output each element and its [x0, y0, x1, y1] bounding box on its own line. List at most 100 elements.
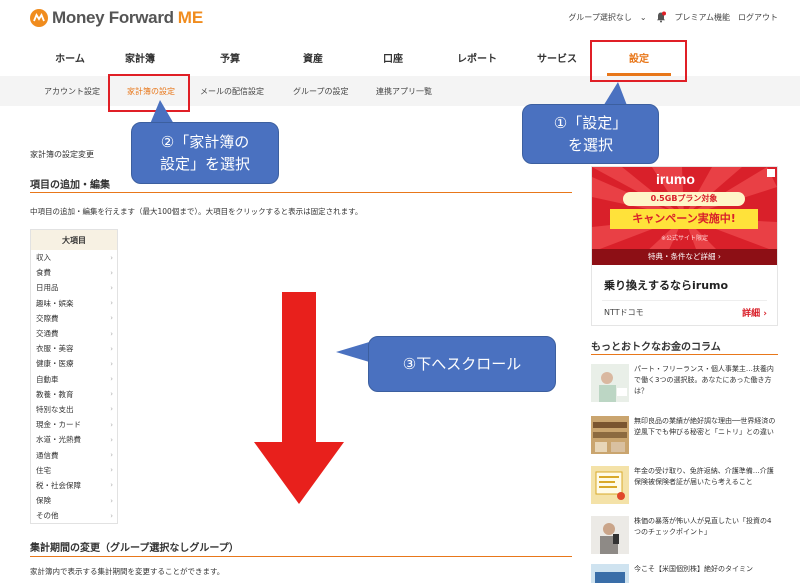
category-row[interactable]: 通信費 › [31, 447, 117, 462]
nav-household[interactable]: 家計簿 [108, 38, 172, 76]
category-label: 趣味・娯楽 [36, 298, 74, 308]
section-title-period: 集計期間の変更（グループ選択なしグループ） [30, 543, 239, 554]
category-label: 収入 [36, 253, 51, 263]
column-item-text: パート・フリーランス・個人事業主…扶養内で働く3つの選択肢。あなたにあった働き方… [634, 365, 774, 395]
category-row[interactable]: 水道・光熱費 › [31, 432, 117, 447]
group-select[interactable]: グループ選択なし [568, 12, 632, 23]
nav-service[interactable]: サービス [525, 38, 589, 76]
chevron-down-icon[interactable]: ⌄ [640, 13, 647, 22]
logo-me: ME [177, 8, 204, 27]
category-label: 税・社会保障 [36, 480, 81, 490]
category-label: 通信費 [36, 450, 59, 460]
section-divider [30, 192, 572, 193]
section-desc-items: 中項目の追加・編集を行えます（最大100個まで）。大項目をクリックすると表示は固… [30, 207, 363, 216]
category-row[interactable]: 日用品 › [31, 280, 117, 295]
chevron-right-icon: › [110, 253, 113, 262]
subnav-account[interactable]: アカウント設定 [44, 76, 100, 106]
category-label: 交際費 [36, 313, 59, 323]
chevron-right-icon: › [110, 451, 113, 460]
category-row[interactable]: 交通費 › [31, 326, 117, 341]
section-divider [30, 556, 572, 557]
category-row[interactable]: 交際費 › [31, 311, 117, 326]
category-row[interactable]: 衣服・美容 › [31, 341, 117, 356]
category-label: 健康・医療 [36, 359, 74, 369]
logo[interactable]: Money Forward ME [30, 8, 203, 28]
chevron-right-icon: › [110, 344, 113, 353]
ad-detail-band[interactable]: 特典・条件など詳細 › [592, 249, 777, 265]
category-label: 衣服・美容 [36, 344, 74, 354]
column-item[interactable]: 今こそ【米国個別株】絶好のタイミン [591, 564, 781, 583]
category-row[interactable]: 特別な支出 › [31, 402, 117, 417]
category-row[interactable]: 現金・カード › [31, 417, 117, 432]
category-label: その他 [36, 511, 59, 521]
category-row[interactable]: その他 › [31, 508, 117, 523]
subnav-apps[interactable]: 連携アプリ一覧 [376, 76, 432, 106]
callout-settings: ①「設定」 を選択 [522, 104, 659, 164]
category-label: 住宅 [36, 465, 51, 475]
category-row[interactable]: 保険 › [31, 493, 117, 508]
nav-report[interactable]: レポート [445, 38, 509, 76]
section-title-items: 項目の追加・編集 [30, 180, 110, 191]
chevron-right-icon: › [110, 496, 113, 505]
column-item[interactable]: 株価の暴落が怖い人が見直したい「投資の4つのチェックポイント」 [591, 516, 781, 562]
adchoices-icon[interactable] [767, 169, 775, 177]
ad-note: ※公式サイト限定 [660, 235, 709, 242]
column-item-text: 無印良品の業績が絶好調な理由──世界経済の逆風下でも伸びる秘密と「ニトリ」との違… [634, 417, 776, 436]
callout-1-text: ①「設定」 を選択 [553, 114, 628, 154]
category-row[interactable]: 住宅 › [31, 463, 117, 478]
nav-assets[interactable]: 資産 [283, 38, 343, 76]
column-item-text: 年金の受け取り、免許返納、介護準備…介護保険被保険者証が届いたら考えること [634, 467, 774, 486]
category-label: 日用品 [36, 283, 59, 293]
ad-detail-link[interactable]: 詳細 › [742, 306, 767, 319]
logout-link[interactable]: ログアウト [738, 12, 778, 23]
nav-budget[interactable]: 予算 [200, 38, 260, 76]
column-item[interactable]: パート・フリーランス・個人事業主…扶養内で働く3つの選択肢。あなたにあった働き方… [591, 364, 781, 410]
ad-campaign: キャンペーン実施中! [610, 209, 758, 229]
nav-home[interactable]: ホーム [40, 38, 100, 76]
section-desc-period: 家計簿内で表示する集計期間を変更することができます。 [30, 567, 225, 576]
subnav-mail[interactable]: メールの配信設定 [200, 76, 264, 106]
category-label: 交通費 [36, 329, 59, 339]
column-item[interactable]: 年金の受け取り、免許返納、介護準備…介護保険被保険者証が届いたら考えること [591, 466, 781, 512]
chevron-right-icon: › [110, 329, 113, 338]
chevron-right-icon: › [110, 511, 113, 520]
column-title: もっとおトクなお金のコラム [591, 342, 721, 353]
category-row[interactable]: 健康・医療 › [31, 356, 117, 371]
ad-advertiser: NTTドコモ [604, 308, 644, 317]
category-row[interactable]: 趣味・娯楽 › [31, 296, 117, 311]
category-table: 大項目 収入 › 食費 › 日用品 › 趣味・娯楽 › 交際費 › 交通費 › 衣服・美容 ›… [30, 229, 118, 525]
bell-icon[interactable] [655, 11, 667, 23]
column-thumbnail [591, 364, 629, 402]
category-row[interactable]: 税・社会保障 › [31, 478, 117, 493]
premium-link[interactable]: プレミアム機能 [675, 12, 730, 23]
column-thumbnail [591, 516, 629, 554]
chevron-right-icon: › [110, 375, 113, 384]
highlight-settings [590, 40, 687, 82]
breadcrumb: 家計簿の設定変更 [30, 150, 94, 159]
column-thumbnail [591, 416, 629, 454]
ad-pill: 0.5GBプラン対象 [623, 192, 745, 206]
category-label: 特別な支出 [36, 404, 74, 414]
ad-banner[interactable]: irumo 0.5GBプラン対象 キャンペーン実施中! ※公式サイト限定 特典・… [591, 166, 778, 326]
chevron-right-icon: › [110, 299, 113, 308]
category-table-header: 大項目 [31, 230, 117, 250]
category-label: 水道・光熱費 [36, 435, 81, 445]
nav-accounts[interactable]: 口座 [363, 38, 423, 76]
category-row[interactable]: 収入 › [31, 250, 117, 265]
category-row[interactable]: 教養・教育 › [31, 387, 117, 402]
chevron-right-icon: › [110, 268, 113, 277]
logo-icon [30, 9, 48, 27]
category-row[interactable]: 食費 › [31, 265, 117, 280]
chevron-right-icon: › [110, 359, 113, 368]
callout-3-text: ③下へスクロール [402, 355, 522, 373]
column-item-text: 株価の暴落が怖い人が見直したい「投資の4つのチェックポイント」 [634, 517, 772, 536]
subnav-group[interactable]: グループの設定 [293, 76, 349, 106]
callout-tail-2 [150, 100, 174, 124]
callout-scroll: ③下へスクロール [368, 336, 556, 392]
chevron-right-icon: › [110, 283, 113, 292]
category-label: 現金・カード [36, 420, 81, 430]
ad-headline: 乗り換えするならirumo [604, 279, 729, 292]
chevron-right-icon: › [110, 314, 113, 323]
column-item[interactable]: 無印良品の業績が絶好調な理由──世界経済の逆風下でも伸びる秘密と「ニトリ」との違… [591, 416, 781, 462]
category-row[interactable]: 自動車 › [31, 372, 117, 387]
